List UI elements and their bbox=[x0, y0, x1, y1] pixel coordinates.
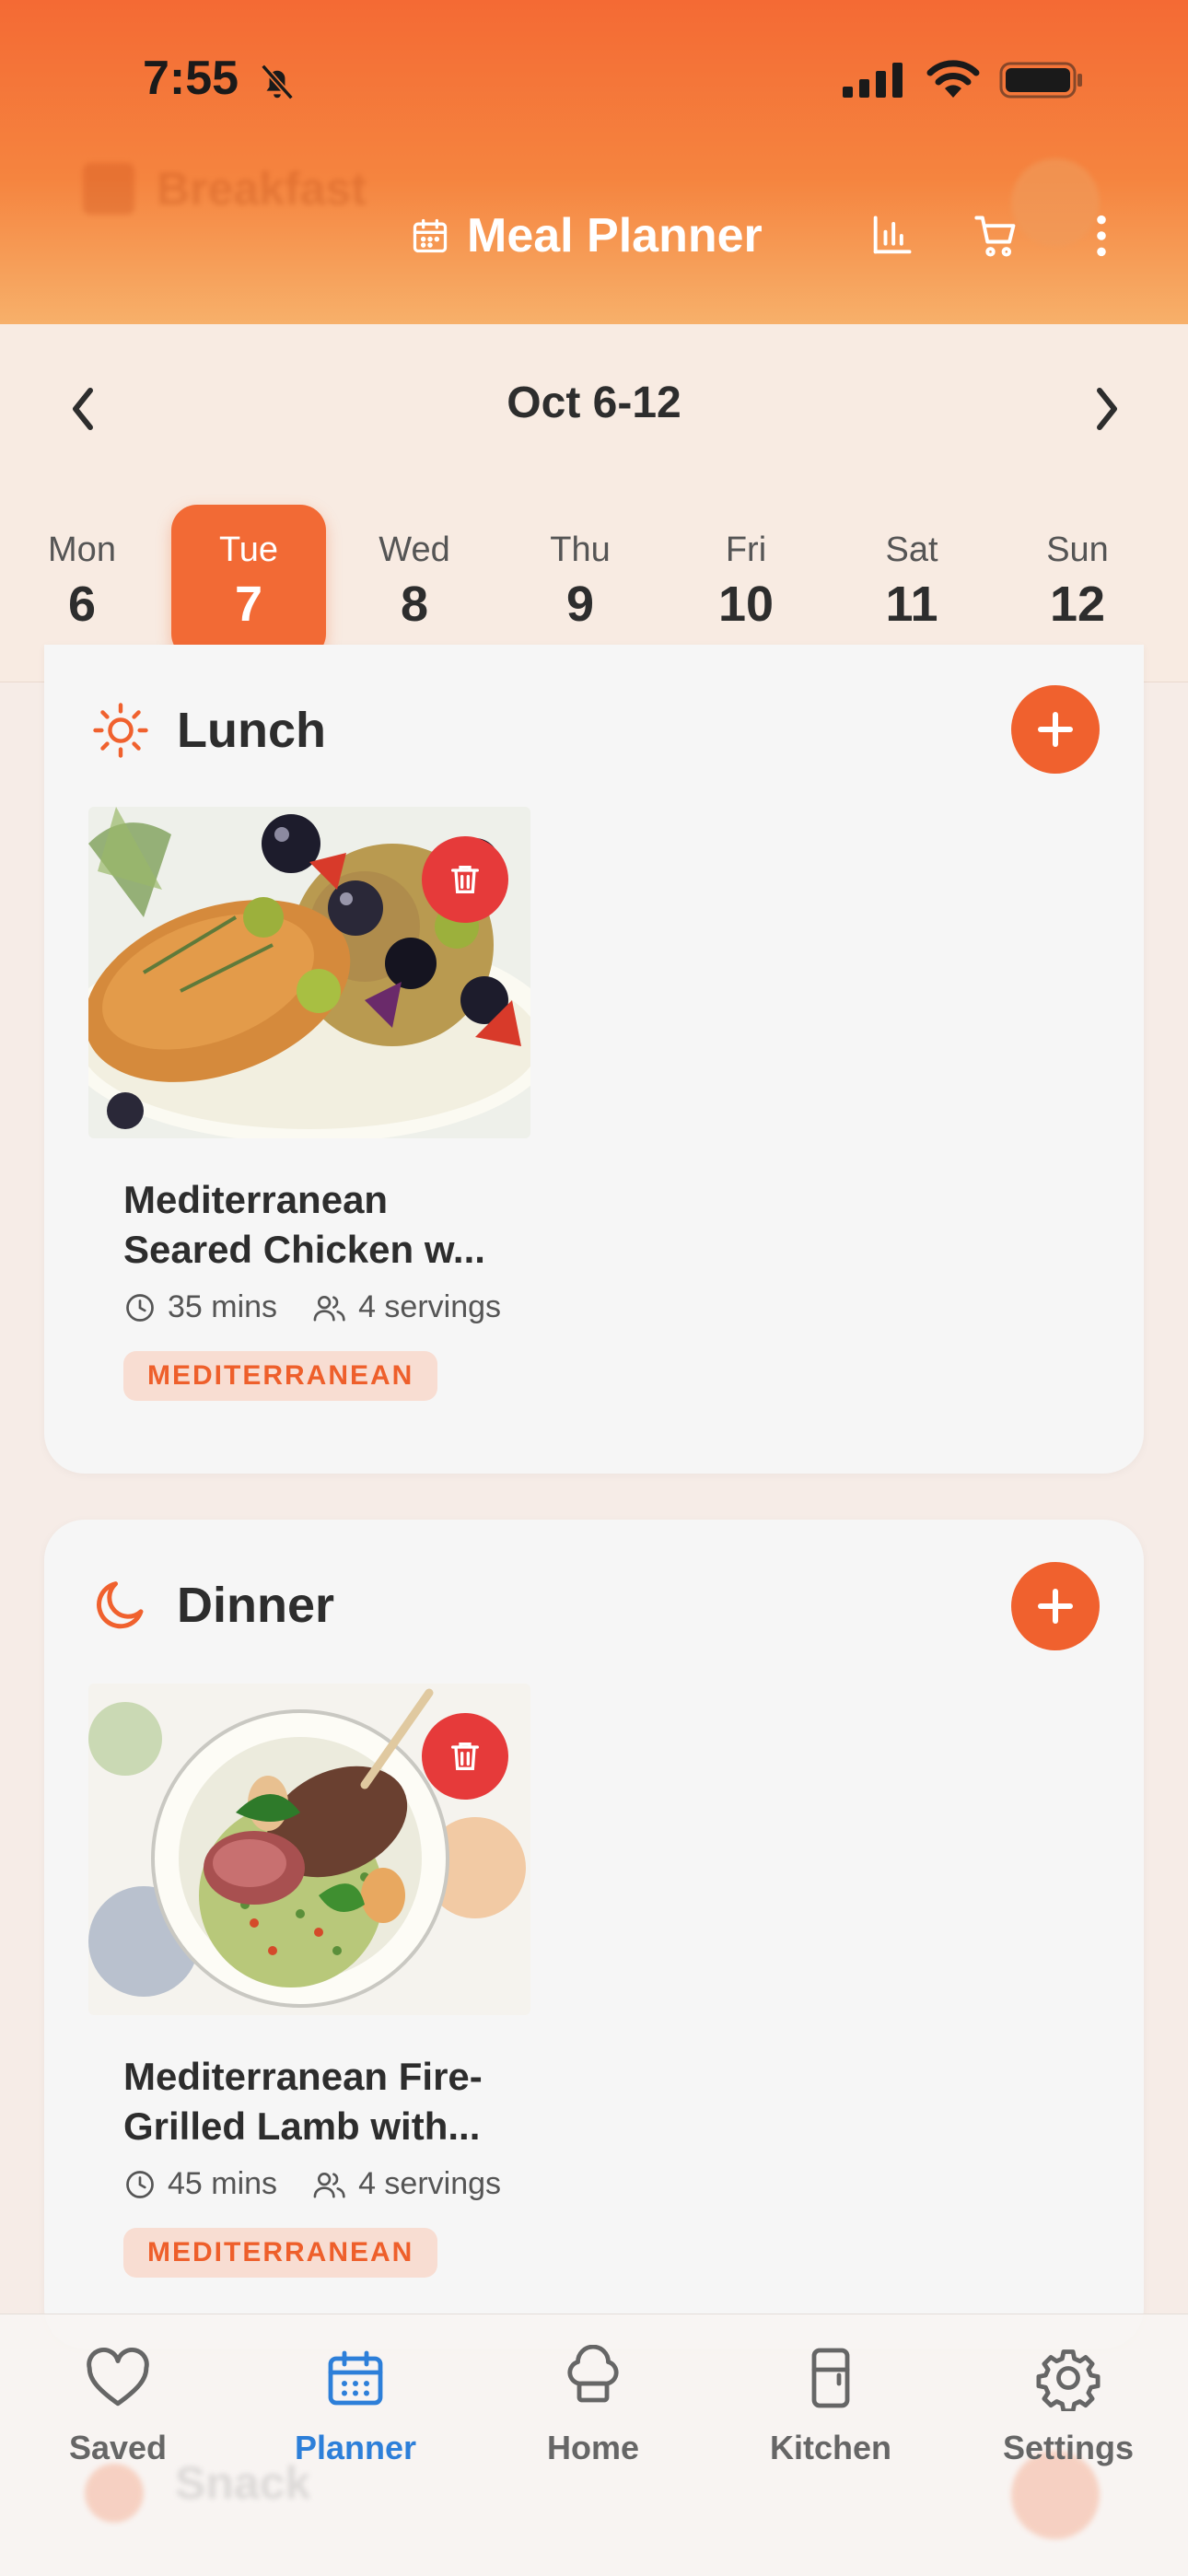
servings: 4 servings bbox=[358, 1289, 502, 1324]
tab-label: Settings bbox=[1002, 2429, 1134, 2466]
gear-icon bbox=[1036, 2349, 1101, 2411]
heart-icon bbox=[87, 2348, 149, 2407]
moon-icon bbox=[97, 1581, 144, 1629]
chart-icon[interactable] bbox=[868, 212, 915, 260]
trash-icon bbox=[451, 1743, 479, 1770]
sunrise-icon bbox=[83, 163, 134, 215]
delete-recipe-button[interactable] bbox=[422, 1713, 508, 1800]
tab-saved[interactable]: Saved bbox=[7, 2337, 228, 2467]
recipe-card[interactable]: Mediterranean Seared Chicken w... 35 min… bbox=[88, 807, 530, 1401]
day-name: Mon bbox=[48, 530, 116, 569]
plus-icon bbox=[1038, 1589, 1073, 1624]
fridge-icon bbox=[811, 2348, 850, 2408]
dinner-card: Dinner Mediterranean Fire-Grilled Lamb w… bbox=[44, 1520, 1144, 2349]
day-number: 10 bbox=[717, 577, 775, 632]
recipe-image bbox=[88, 807, 530, 1138]
people-icon bbox=[313, 1295, 345, 1321]
silent-bell-icon bbox=[261, 64, 294, 100]
recipe-meta: 45 mins 4 servings bbox=[123, 2166, 530, 2202]
clock-icon bbox=[126, 1293, 154, 1322]
day-thu[interactable]: Thu 9 bbox=[503, 505, 658, 659]
cuisine-tag: MEDITERRANEAN bbox=[123, 1351, 438, 1401]
add-dinner-button[interactable] bbox=[1011, 1562, 1100, 1650]
servings: 4 servings bbox=[358, 2166, 502, 2201]
day-number: 7 bbox=[234, 577, 263, 632]
tab-label: Home bbox=[546, 2429, 640, 2466]
day-strip: Mon 6 Tue 7 Wed 8 Thu 9 Fri 10 Sat 11 Su… bbox=[0, 505, 1188, 659]
day-number: 9 bbox=[565, 577, 595, 632]
header-title: Meal Planner bbox=[410, 208, 763, 263]
cellular-signal-icon bbox=[843, 63, 903, 98]
app-header: Breakfast 7:55 Meal Planner bbox=[0, 0, 1188, 324]
chef-hat-icon bbox=[567, 2345, 619, 2403]
trash-icon bbox=[451, 866, 479, 893]
day-number: 8 bbox=[400, 577, 429, 632]
day-sat[interactable]: Sat 11 bbox=[834, 505, 989, 659]
status-time: 7:55 bbox=[143, 52, 239, 105]
week-range-label: Oct 6-12 bbox=[507, 379, 681, 427]
recipe-meta: 35 mins 4 servings bbox=[123, 1289, 530, 1325]
recipe-name: Mediterranean Fire-Grilled Lamb with... bbox=[123, 2055, 483, 2148]
battery-icon bbox=[999, 62, 1082, 99]
bottom-tab-bar: Snack Saved Planner Home Kitchen Setting… bbox=[0, 2314, 1188, 2576]
calendar-icon bbox=[413, 218, 448, 253]
sun-icon bbox=[93, 703, 148, 758]
day-name: Sun bbox=[1046, 530, 1109, 569]
wifi-icon bbox=[926, 60, 980, 98]
cook-time: 45 mins bbox=[168, 2166, 278, 2201]
day-name: Thu bbox=[550, 530, 611, 569]
day-tue-selected[interactable]: Tue 7 bbox=[171, 505, 326, 659]
background-breakfast-title: Breakfast bbox=[157, 163, 367, 215]
lunch-card: Lunch Mediterranean Seared Chicken w... … bbox=[44, 645, 1144, 1474]
meal-title: Lunch bbox=[177, 703, 326, 758]
dinner-header: Dinner bbox=[90, 1575, 334, 1636]
people-icon bbox=[313, 2172, 345, 2197]
delete-recipe-button[interactable] bbox=[422, 836, 508, 923]
tab-kitchen[interactable]: Kitchen bbox=[720, 2337, 941, 2467]
recipe-card[interactable]: Mediterranean Fire-Grilled Lamb with... … bbox=[88, 1684, 530, 2278]
day-number: 11 bbox=[885, 577, 938, 632]
day-wed[interactable]: Wed 8 bbox=[337, 505, 492, 659]
day-number: 6 bbox=[67, 577, 97, 632]
day-number: 12 bbox=[1049, 577, 1106, 632]
cook-time: 35 mins bbox=[168, 1289, 278, 1324]
tab-home[interactable]: Home bbox=[483, 2337, 704, 2467]
tab-label: Saved bbox=[68, 2429, 168, 2466]
tab-label: Kitchen bbox=[769, 2429, 891, 2466]
add-lunch-button[interactable] bbox=[1011, 685, 1100, 774]
background-breakfast-section: Breakfast bbox=[83, 162, 367, 216]
plus-icon bbox=[1038, 712, 1073, 747]
calendar-icon bbox=[328, 2350, 383, 2406]
next-week-button[interactable] bbox=[1089, 381, 1125, 437]
tab-label: Planner bbox=[294, 2429, 417, 2466]
recipe-name: Mediterranean Seared Chicken w... bbox=[123, 1178, 485, 1271]
recipe-image bbox=[88, 1684, 530, 2015]
day-name: Wed bbox=[379, 530, 450, 569]
day-sun[interactable]: Sun 12 bbox=[1000, 505, 1155, 659]
lunch-header: Lunch bbox=[90, 700, 326, 761]
day-fri[interactable]: Fri 10 bbox=[669, 505, 823, 659]
background-add-button bbox=[1011, 158, 1100, 247]
clock-icon bbox=[126, 2170, 154, 2198]
day-mon[interactable]: Mon 6 bbox=[5, 505, 159, 659]
day-name: Sat bbox=[885, 530, 938, 569]
tab-planner[interactable]: Planner bbox=[245, 2337, 466, 2467]
week-selector: Oct 6-12 Mon 6 Tue 7 Wed 8 Thu 9 Fri 10 … bbox=[0, 324, 1188, 682]
meal-title: Dinner bbox=[177, 1578, 335, 1633]
tab-settings[interactable]: Settings bbox=[958, 2337, 1179, 2467]
more-options-icon[interactable] bbox=[1090, 212, 1112, 260]
day-name: Tue bbox=[218, 530, 279, 569]
cuisine-tag: MEDITERRANEAN bbox=[123, 2228, 438, 2278]
page-title: Meal Planner bbox=[467, 209, 763, 262]
cart-icon[interactable] bbox=[971, 212, 1022, 260]
day-name: Fri bbox=[725, 530, 767, 569]
